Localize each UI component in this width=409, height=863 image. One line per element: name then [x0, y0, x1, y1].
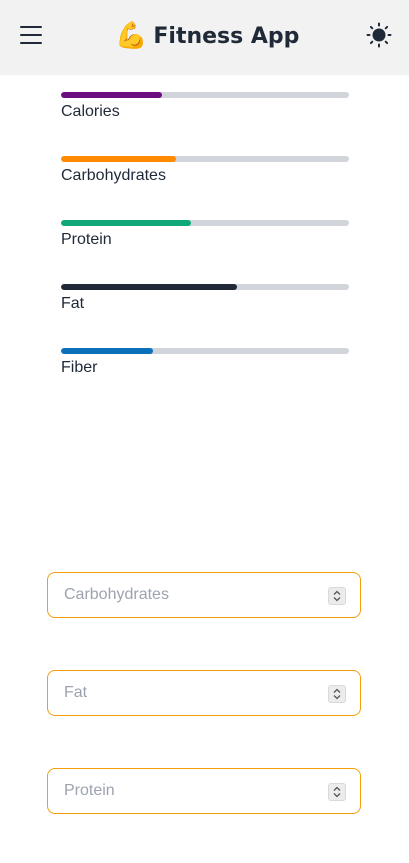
- progress-carbohydrates: Carbohydrates: [61, 150, 349, 214]
- progress-fiber: Fiber: [61, 342, 349, 406]
- progress-track: [61, 156, 349, 162]
- progress-label: Carbohydrates: [61, 167, 166, 184]
- progress-fill: [61, 156, 177, 162]
- hamburger-menu-icon[interactable]: [20, 24, 42, 46]
- app-title: Fitness App: [153, 23, 300, 49]
- protein-input[interactable]: [64, 769, 314, 813]
- top-navbar: 💪 Fitness App: [0, 0, 409, 75]
- progress-label: Fiber: [61, 359, 98, 376]
- progress-track: [61, 220, 349, 226]
- flexed-biceps-icon: 💪: [115, 21, 148, 51]
- progress-label: Calories: [61, 103, 120, 120]
- nutrition-progress-list: Calories Carbohydrates Protein Fat Fiber: [61, 86, 349, 406]
- progress-track: [61, 348, 349, 354]
- progress-label: Protein: [61, 231, 112, 248]
- number-spinner-icon[interactable]: [328, 685, 346, 703]
- fat-input[interactable]: [64, 671, 314, 715]
- fat-field[interactable]: [47, 670, 361, 716]
- progress-fill: [61, 92, 162, 98]
- progress-calories: Calories: [61, 86, 349, 150]
- progress-fill: [61, 284, 237, 290]
- number-spinner-icon[interactable]: [328, 587, 346, 605]
- progress-protein: Protein: [61, 214, 349, 278]
- progress-label: Fat: [61, 295, 85, 312]
- progress-fill: [61, 348, 154, 354]
- progress-track: [61, 92, 349, 98]
- carbohydrates-input[interactable]: [64, 573, 314, 617]
- number-spinner-icon[interactable]: [328, 783, 346, 801]
- sun-icon[interactable]: [366, 22, 392, 48]
- protein-field[interactable]: [47, 768, 361, 814]
- progress-track: [61, 284, 349, 290]
- progress-fill: [61, 220, 191, 226]
- progress-fat: Fat: [61, 278, 349, 342]
- carbohydrates-field[interactable]: [47, 572, 361, 618]
- app-brand[interactable]: 💪 Fitness App: [115, 18, 299, 54]
